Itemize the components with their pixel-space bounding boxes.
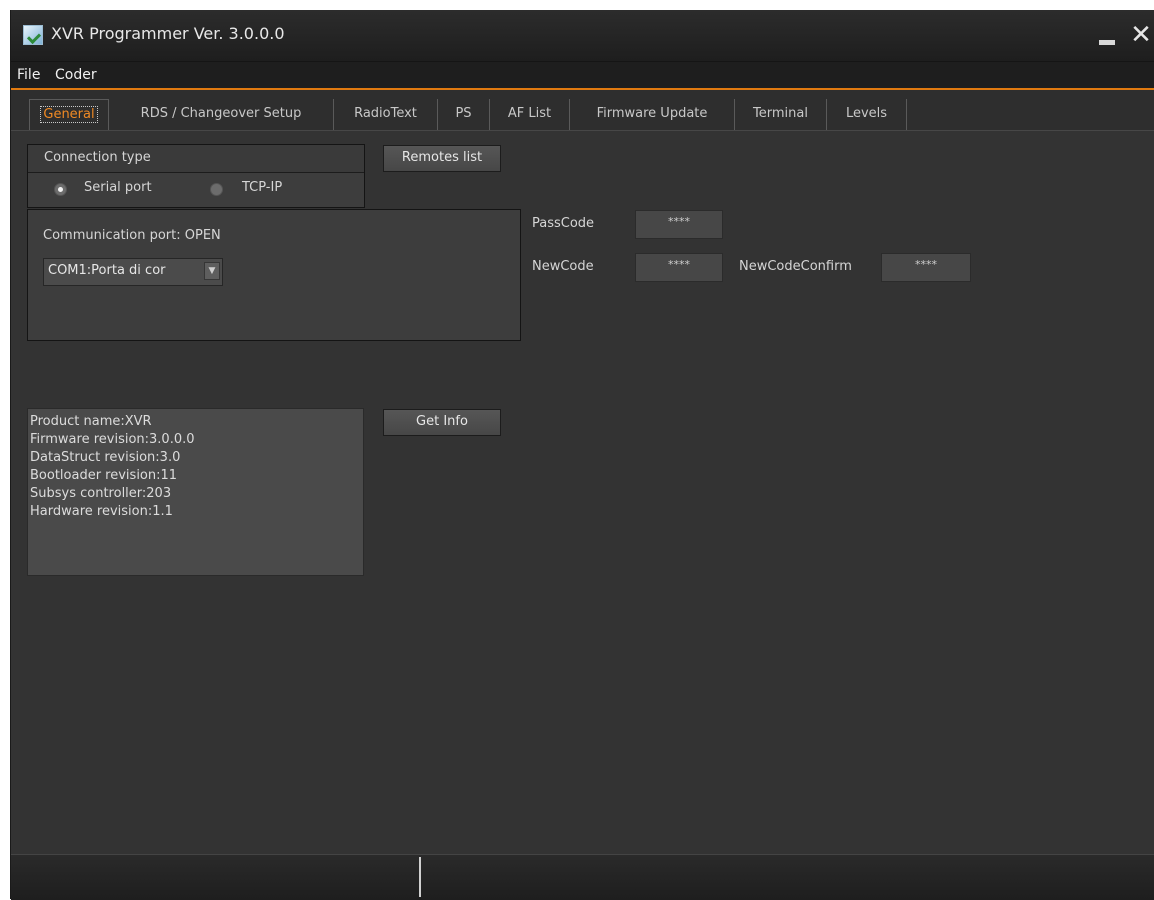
product-info-box: Product name:XVR Firmware revision:3.0.0…	[27, 408, 364, 576]
tab-firmware-label: Firmware Update	[596, 106, 708, 121]
tab-levels[interactable]: Levels	[827, 99, 907, 130]
serial-port-radio[interactable]	[54, 183, 67, 196]
tab-rds-changeover[interactable]: RDS / Changeover Setup	[109, 99, 334, 130]
status-bar-divider	[419, 857, 421, 897]
tab-bar: General RDS / Changeover Setup RadioText…	[11, 90, 1154, 131]
menu-file[interactable]: File	[17, 67, 40, 83]
connection-type-panel: Connection type Serial port TCP-IP	[27, 144, 365, 208]
tcp-ip-label: TCP-IP	[242, 180, 283, 195]
serial-port-label: Serial port	[84, 180, 152, 195]
tab-radiotext[interactable]: RadioText	[334, 99, 438, 130]
menu-coder[interactable]: Coder	[55, 67, 97, 83]
newcode-confirm-label: NewCodeConfirm	[739, 259, 852, 274]
window-title: XVR Programmer Ver. 3.0.0.0	[51, 24, 285, 43]
info-subsys-controller: Subsys controller:203	[30, 486, 172, 501]
app-logo-icon	[23, 25, 43, 45]
tcp-ip-radio[interactable]	[210, 183, 223, 196]
title-bar[interactable]: XVR Programmer Ver. 3.0.0.0 ✕	[11, 10, 1154, 62]
tab-rds-label: RDS / Changeover Setup	[140, 106, 302, 121]
communication-port-panel: Communication port: OPEN COM1:Porta di c…	[27, 209, 521, 341]
close-button[interactable]: ✕	[1127, 21, 1154, 49]
chevron-down-icon[interactable]: ▼	[204, 262, 220, 280]
tab-general-label: General	[40, 106, 98, 123]
tab-ps[interactable]: PS	[438, 99, 490, 130]
port-select[interactable]: COM1:Porta di cor ▼	[43, 258, 223, 286]
status-bar	[11, 854, 1154, 900]
tab-af-list-label: AF List	[507, 106, 552, 121]
tab-af-list[interactable]: AF List	[490, 99, 570, 130]
port-select-value: COM1:Porta di cor	[48, 263, 166, 278]
remotes-list-button[interactable]: Remotes list	[383, 145, 501, 172]
tab-general[interactable]: General	[29, 99, 109, 130]
app-window: XVR Programmer Ver. 3.0.0.0 ✕ File Coder…	[10, 10, 1154, 900]
tab-levels-label: Levels	[845, 106, 888, 121]
tab-terminal-label: Terminal	[753, 106, 808, 121]
newcode-label: NewCode	[532, 259, 594, 274]
port-status-label: Communication port: OPEN	[43, 228, 221, 243]
connection-type-title: Connection type	[44, 150, 151, 165]
passcode-field[interactable]: ****	[635, 210, 723, 239]
newcode-confirm-field[interactable]: ****	[881, 253, 971, 282]
get-info-button[interactable]: Get Info	[383, 409, 501, 436]
connection-type-header: Connection type	[28, 145, 364, 173]
tab-firmware-update[interactable]: Firmware Update	[570, 99, 735, 130]
newcode-field[interactable]: ****	[635, 253, 723, 282]
menu-bar: File Coder	[11, 62, 1154, 90]
info-bootloader-revision: Bootloader revision:11	[30, 468, 178, 483]
passcode-label: PassCode	[532, 216, 595, 231]
info-datastruct-revision: DataStruct revision:3.0	[30, 450, 181, 465]
info-hardware-revision: Hardware revision:1.1	[30, 504, 173, 519]
tab-ps-label: PS	[455, 106, 472, 121]
tab-radiotext-label: RadioText	[354, 106, 417, 121]
tab-terminal[interactable]: Terminal	[735, 99, 827, 130]
info-firmware-revision: Firmware revision:3.0.0.0	[30, 432, 195, 447]
minimize-button[interactable]	[1099, 40, 1115, 45]
info-product-name: Product name:XVR	[30, 414, 152, 429]
